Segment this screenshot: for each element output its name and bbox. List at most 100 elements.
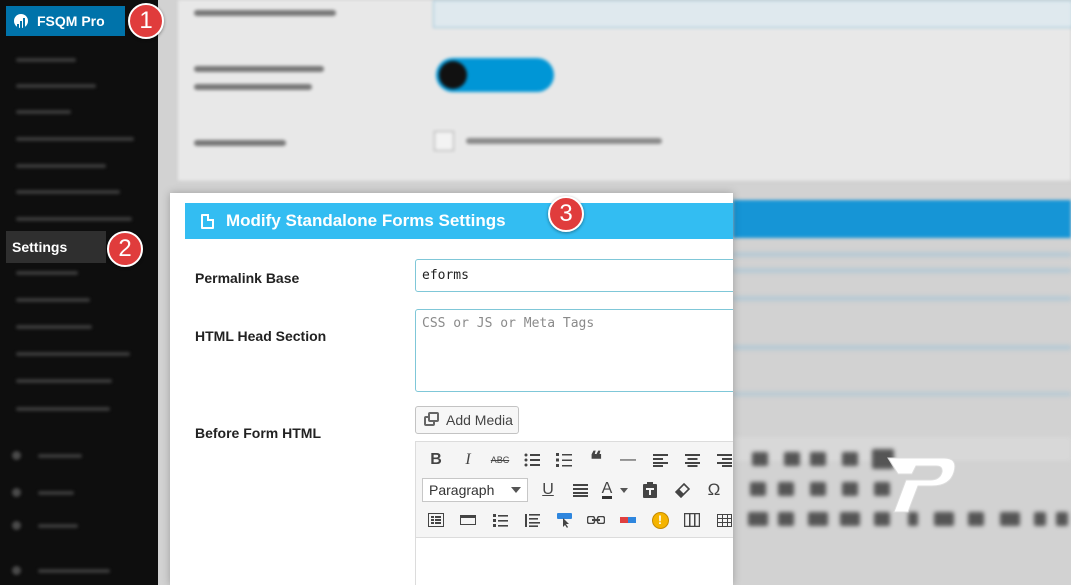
- blurred-label: [194, 140, 286, 146]
- blurred-tool-icon[interactable]: [784, 452, 800, 466]
- paragraph-format-select[interactable]: Paragraph: [422, 478, 528, 502]
- sidebar-item-settings[interactable]: Settings: [6, 231, 106, 263]
- blurred-divider: [733, 296, 1071, 301]
- blurred-tool-icon[interactable]: [968, 512, 984, 526]
- indent-button[interactable]: [516, 507, 548, 533]
- page-break-icon: [620, 517, 636, 523]
- blockquote-button[interactable]: ❝: [580, 447, 612, 473]
- before-form-html-editor[interactable]: B I ABC ❝ — Paragraph U A Ω !: [415, 441, 733, 585]
- underline-button[interactable]: U: [532, 477, 564, 503]
- horizontal-line-button[interactable]: —: [612, 447, 644, 473]
- blurred-tool-icon[interactable]: [810, 452, 826, 466]
- blurred-input[interactable]: [433, 0, 1071, 28]
- blurred-toggle[interactable]: [436, 58, 554, 92]
- blurred-menu-item[interactable]: [16, 190, 120, 194]
- blurred-menu-item[interactable]: [38, 524, 78, 528]
- permalink-base-label: Permalink Base: [195, 270, 300, 286]
- permalink-base-input[interactable]: [415, 259, 733, 292]
- blurred-checkbox[interactable]: [434, 131, 454, 151]
- blurred-menu-item[interactable]: [16, 84, 96, 88]
- blurred-label: [194, 84, 312, 90]
- blurred-menu-item[interactable]: [16, 325, 92, 329]
- menu-item-fsqm-pro[interactable]: FSQM Pro: [6, 6, 125, 36]
- blurred-menu-item[interactable]: [16, 271, 78, 275]
- link-icon: [587, 516, 605, 524]
- checklist-icon: [492, 513, 508, 527]
- panel-header: Modify Standalone Forms Settings: [185, 203, 733, 239]
- paste-as-text-button[interactable]: [634, 477, 666, 503]
- form-element-button[interactable]: [420, 507, 452, 533]
- blurred-tool-icon[interactable]: [752, 452, 768, 466]
- blurred-menu-item[interactable]: [38, 454, 82, 458]
- blurred-tool-icon[interactable]: [1034, 512, 1046, 526]
- checklist-button[interactable]: [484, 507, 516, 533]
- blurred-menu-item[interactable]: [16, 110, 71, 114]
- blurred-menu-icon: [12, 566, 21, 575]
- blurred-tool-icon[interactable]: [750, 482, 766, 496]
- blurred-tool-icon[interactable]: [810, 482, 826, 496]
- table-button[interactable]: [708, 507, 733, 533]
- align-right-button[interactable]: [708, 447, 733, 473]
- table-icon: [716, 513, 732, 527]
- blurred-menu-item[interactable]: [16, 407, 110, 411]
- blurred-tool-icon[interactable]: [748, 512, 768, 526]
- blurred-menu-item[interactable]: [16, 58, 76, 62]
- standalone-forms-settings-panel: Modify Standalone Forms Settings Permali…: [170, 193, 733, 585]
- blurred-menu-item[interactable]: [16, 298, 90, 302]
- align-center-button[interactable]: [676, 447, 708, 473]
- toolbar-row-2: Paragraph U A Ω: [420, 476, 730, 504]
- numbered-list-button[interactable]: [548, 447, 580, 473]
- blurred-menu-item[interactable]: [38, 491, 74, 495]
- blurred-tool-icon[interactable]: [1000, 512, 1020, 526]
- italic-button[interactable]: I: [452, 447, 484, 473]
- clipboard-icon: [643, 482, 657, 498]
- blurred-menu-item[interactable]: [16, 217, 132, 221]
- blurred-menu-item[interactable]: [16, 352, 130, 356]
- blurred-menu-item[interactable]: [16, 137, 134, 141]
- justify-button[interactable]: [564, 477, 596, 503]
- blurred-label: [194, 66, 324, 72]
- text-color-button[interactable]: A: [596, 477, 634, 503]
- clear-formatting-button[interactable]: [666, 477, 698, 503]
- insert-pointer-button[interactable]: [548, 507, 580, 533]
- add-media-button[interactable]: Add Media: [415, 406, 519, 434]
- insert-link-button[interactable]: [580, 507, 612, 533]
- blurred-menu-item[interactable]: [38, 569, 110, 573]
- columns-button[interactable]: [676, 507, 708, 533]
- toolbar-row-3: !: [420, 506, 733, 534]
- blurred-menu-item[interactable]: [16, 164, 106, 168]
- blurred-tool-icon[interactable]: [1056, 512, 1068, 526]
- blurred-tool-icon[interactable]: [778, 512, 794, 526]
- blurred-tool-icon[interactable]: [842, 452, 858, 466]
- highlight-button[interactable]: !: [644, 507, 676, 533]
- toolbar-toggle-button[interactable]: [452, 507, 484, 533]
- warning-icon: !: [651, 511, 669, 529]
- blurred-divider: [733, 392, 1071, 396]
- chevron-down-icon: [511, 487, 521, 493]
- blurred-label: [194, 10, 336, 16]
- blurred-tool-icon[interactable]: [842, 482, 858, 496]
- page-break-button[interactable]: [612, 507, 644, 533]
- align-left-button[interactable]: [644, 447, 676, 473]
- add-media-icon: [424, 412, 440, 428]
- justify-icon: [572, 483, 588, 497]
- blurred-menu-icon: [12, 488, 21, 497]
- blurred-tool-icon[interactable]: [808, 512, 828, 526]
- align-center-icon: [684, 453, 700, 467]
- eraser-icon: [674, 482, 690, 498]
- blurred-menu-item[interactable]: [16, 379, 112, 383]
- fsqm-logo-icon: [14, 14, 28, 28]
- bold-button[interactable]: B: [420, 447, 452, 473]
- step-badge-2: 2: [107, 231, 143, 267]
- blurred-tool-icon[interactable]: [840, 512, 860, 526]
- text-color-glyph: A: [601, 479, 613, 499]
- menu-item-label: FSQM Pro: [37, 13, 105, 29]
- sidebar-item-label: Settings: [12, 239, 68, 255]
- strikethrough-button[interactable]: ABC: [484, 447, 516, 473]
- blurred-tool-icon[interactable]: [778, 482, 794, 496]
- html-head-section-textarea[interactable]: [415, 309, 733, 392]
- special-character-button[interactable]: Ω: [698, 477, 730, 503]
- numbered-list-icon: [556, 453, 572, 467]
- pointer-icon: [556, 512, 572, 528]
- bulleted-list-button[interactable]: [516, 447, 548, 473]
